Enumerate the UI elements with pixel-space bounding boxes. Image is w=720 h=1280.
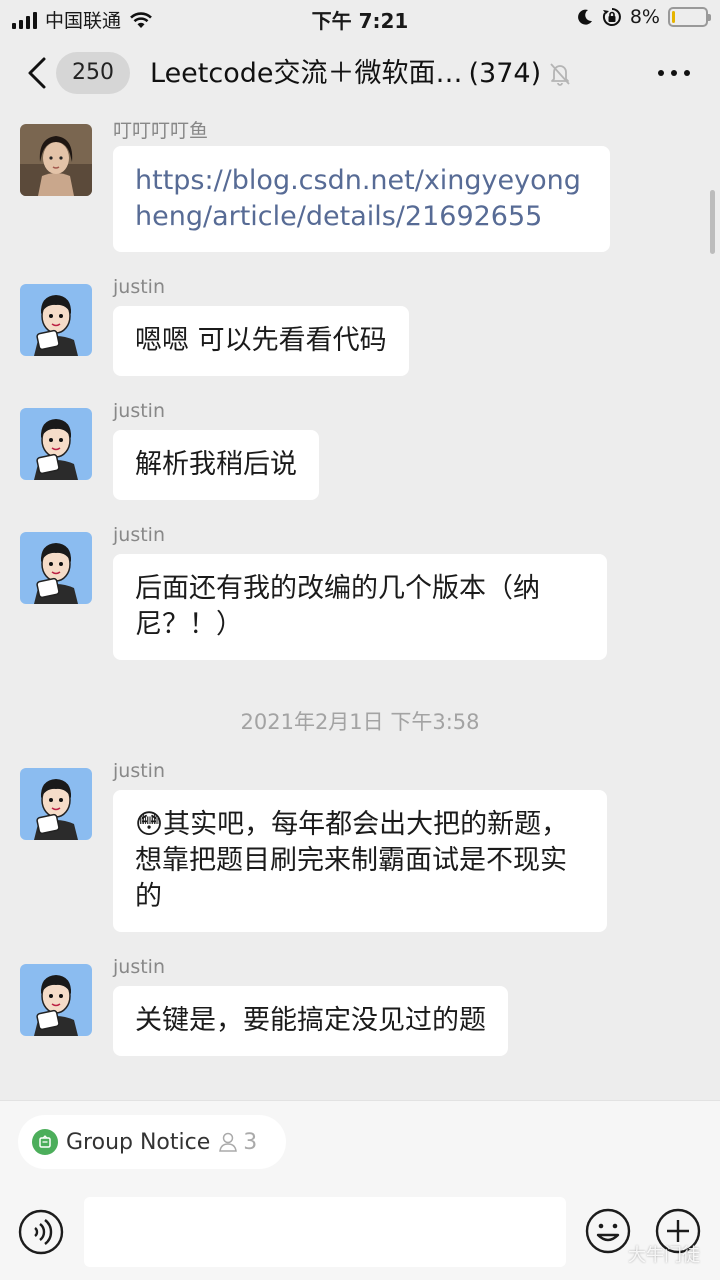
bell-off-icon: [550, 63, 570, 86]
avatar[interactable]: [20, 124, 92, 196]
group-notice-count: 3: [243, 1129, 258, 1155]
member-count: (374): [468, 58, 542, 89]
sender-name: justin: [113, 956, 165, 978]
message-bubble[interactable]: https://blog.csdn.net/xingyeyongheng/art…: [113, 146, 610, 252]
avatar[interactable]: [20, 768, 92, 840]
message-text: 后面还有我的改编的几个版本（纳尼？！）: [135, 573, 540, 640]
message-bubble[interactable]: 后面还有我的改编的几个版本（纳尼？！）: [113, 554, 607, 660]
sender-name: 叮叮叮叮鱼: [113, 120, 209, 142]
battery-icon: [668, 7, 711, 27]
unread-count-badge[interactable]: 250: [56, 52, 130, 94]
sender-name: justin: [113, 760, 165, 782]
group-name: Leetcode交流＋微软面…: [150, 58, 463, 89]
message-bubble[interactable]: 嗯嗯 可以先看看代码: [113, 306, 409, 376]
message-bubble[interactable]: 😳其实吧，每年都会出大把的新题，想靠把题目刷完来制霸面试是不现实的: [113, 790, 607, 932]
scrollbar[interactable]: [710, 190, 715, 254]
message-bubble[interactable]: 解析我稍后说: [113, 430, 319, 500]
battery-level: [672, 11, 675, 23]
chevron-left-icon[interactable]: [24, 56, 52, 90]
group-notice-chip[interactable]: Group Notice 3: [18, 1115, 286, 1169]
group-notice-label: Group Notice: [66, 1129, 211, 1155]
message-link[interactable]: https://blog.csdn.net/xingyeyongheng/art…: [135, 165, 581, 232]
message-text: 解析我稍后说: [135, 449, 297, 480]
chat-title: Leetcode交流＋微软面… (374): [150, 54, 573, 94]
watermark: 大牛门徒: [628, 1245, 700, 1266]
message-text: 嗯嗯 可以先看看代码: [135, 325, 387, 356]
avatar[interactable]: [20, 408, 92, 480]
chat-header: 250 Leetcode交流＋微软面… (374): [0, 36, 720, 112]
voice-icon[interactable]: [18, 1209, 64, 1255]
message-input[interactable]: [84, 1197, 566, 1267]
person-icon: [219, 1132, 238, 1152]
emoji-icon[interactable]: [584, 1207, 632, 1255]
sender-name: justin: [113, 400, 165, 422]
timestamp: 2021年2月1日 下午3:58: [240, 710, 480, 734]
message-bubble[interactable]: 关键是，要能搞定没见过的题: [113, 986, 508, 1056]
input-bar: [0, 1197, 720, 1280]
message-list[interactable]: 叮叮叮叮鱼 https://blog.csdn.net/xingyeyonghe…: [0, 112, 720, 1100]
message-text: 其实吧，每年都会出大把的新题，想靠把题目刷完来制霸面试是不现实的: [135, 809, 569, 912]
flushed-emoji-icon: 😳: [135, 809, 164, 840]
moon-icon: [577, 9, 592, 25]
avatar[interactable]: [20, 284, 92, 356]
message-text: 关键是，要能搞定没见过的题: [135, 1005, 486, 1036]
status-bar: 中国联通 下午 7:21 8%: [0, 0, 720, 36]
notice-icon: [32, 1129, 58, 1155]
more-icon[interactable]: [658, 70, 690, 76]
battery-percent: 8%: [629, 6, 660, 28]
composer-area: Group Notice 3 大牛门徒: [0, 1100, 720, 1280]
sender-name: justin: [113, 524, 165, 546]
orientation-lock-icon: [602, 8, 621, 26]
avatar[interactable]: [20, 964, 92, 1036]
avatar[interactable]: [20, 532, 92, 604]
sender-name: justin: [113, 276, 165, 298]
